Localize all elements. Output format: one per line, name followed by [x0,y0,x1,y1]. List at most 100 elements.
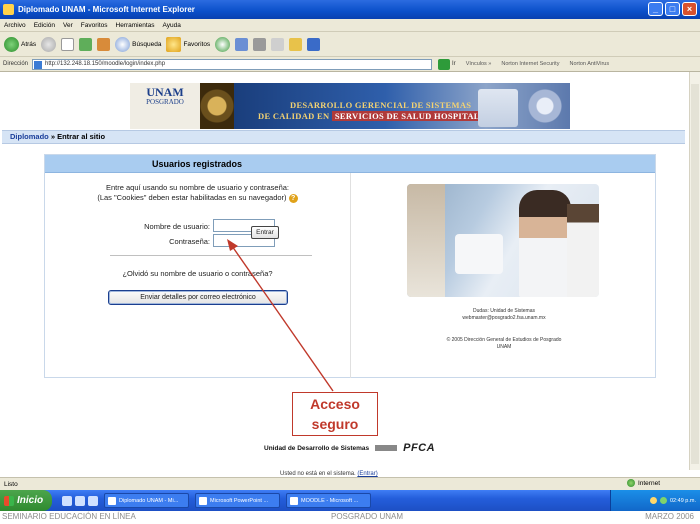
search-button[interactable]: Búsqueda [115,36,162,52]
callout-line1: Acceso [310,396,360,412]
refresh-icon[interactable] [79,37,93,51]
maximize-button[interactable]: □ [665,2,680,16]
history-icon[interactable] [215,36,231,52]
footer-logos: Unidad de Desarrollo de Sistemas PFCA [264,442,435,454]
unam-logo: UNAM POSGRADO [130,83,200,129]
close-button[interactable]: × [682,2,697,16]
photo-patient [455,234,503,274]
zone-label: Internet [637,479,660,487]
home-icon[interactable] [97,37,111,51]
taskbar-item-label: Diplomado UNAM - Mi... [119,497,179,504]
instructions-line2-row: (Las "Cookies" deben estar habilitadas e… [45,193,350,203]
go-label[interactable]: Ir [452,61,456,67]
folder-icon[interactable] [289,37,303,51]
quick-launch-ie-icon[interactable] [62,495,72,506]
contact-email[interactable]: webmaster@posgrado2.fsa.unam.mx [351,315,657,322]
login-instructions: Entre aquí usando su nombre de usuario y… [45,183,350,203]
copyright-info: © 2005 Dirección General de Estudios de … [351,337,657,350]
menu-archivo[interactable]: Archivo [4,22,26,29]
windows-flag-icon [4,495,14,506]
slide-footer: SEMINARIO EDUCACIÓN EN LÍNEA POSGRADO UN… [0,511,700,524]
norton-antivirus-link[interactable]: Norton AntiVirus [569,61,609,67]
menu-ver[interactable]: Ver [63,22,73,29]
form-separator [110,255,312,256]
instructions-line2: (Las "Cookies" deben estar habilitadas e… [97,193,287,202]
mail-icon[interactable] [235,37,249,51]
taskbar-item-label: Microsoft PowerPoint ... [210,497,269,504]
links-bar: Vínculos » Norton Internet Security Nort… [466,61,609,67]
vertical-scrollbar[interactable] [689,72,700,470]
status-bar: Listo Internet [0,477,700,490]
login-form: Entre aquí usando su nombre de usuario y… [45,173,350,378]
photo-figure-right [567,204,599,297]
back-button[interactable]: Atrás [4,36,37,52]
favorites-button[interactable]: Favoritos [166,36,210,52]
quick-launch-desktop-icon[interactable] [75,495,85,506]
address-bar: Dirección http://132.248.18.150/moodle/l… [0,57,700,72]
slide-footer-center: POSGRADO UNAM [331,512,404,521]
tray-icon[interactable] [650,497,657,504]
breadcrumb-link-diplomado[interactable]: Diplomado [10,132,49,141]
messenger-icon[interactable] [307,37,321,51]
password-label: Contraseña: [169,237,210,246]
edit-icon[interactable] [271,37,285,51]
menu-ayuda[interactable]: Ayuda [163,22,181,29]
back-label: Atrás [21,40,37,48]
links-label[interactable]: Vínculos » [466,61,492,67]
quick-launch-media-icon[interactable] [88,495,98,506]
screenshot-root: Diplomado UNAM - Microsoft Internet Expl… [0,0,700,524]
windows-taskbar: Inicio Diplomado UNAM - Mi... Microsoft … [0,490,700,511]
breadcrumb-current: Entrar al sitio [57,132,106,141]
address-input[interactable]: http://132.248.18.150/moodle/login/index… [32,58,433,70]
site-banner: UNAM POSGRADO DESARROLLO GERENCIAL DE SI… [130,83,570,129]
quick-launch [62,495,98,506]
start-button[interactable]: Inicio [0,490,52,511]
taskbar-item-moodle[interactable]: MOODLE - Microsoft ... [286,493,371,508]
search-label: Búsqueda [132,40,162,48]
internet-zone-icon [626,479,635,487]
ie-task-icon [290,496,298,505]
copyright-line2: UNAM [496,343,512,350]
go-icon[interactable] [438,58,451,70]
stop-icon[interactable] [61,37,75,51]
favorites-star-icon [166,36,182,52]
security-zone: Internet [626,479,660,487]
menu-bar: Archivo Edición Ver Favoritos Herramient… [0,19,700,32]
slide-footer-left: SEMINARIO EDUCACIÓN EN LÍNEA [2,512,136,521]
page-icon [34,60,43,69]
taskbar-item-label: MOODLE - Microsoft ... [301,497,359,504]
minimize-button[interactable]: _ [648,2,663,16]
login-header-title: Usuarios registrados [152,159,243,169]
send-details-button[interactable]: Enviar detalles por correo electrónico [108,290,288,305]
banner-title-prefix: DE CALIDAD EN [258,111,332,121]
scrollbar-thumb[interactable] [691,84,699,464]
slide-footer-right: MARZO 2006 [645,512,694,521]
forward-icon[interactable] [41,36,57,52]
window-titlebar: Diplomado UNAM - Microsoft Internet Expl… [0,0,700,19]
print-icon[interactable] [253,37,267,51]
login-header: Usuarios registrados [45,155,655,173]
username-label: Nombre de usuario: [144,222,210,231]
system-tray: 02:49 p.m. [610,490,700,511]
address-label: Dirección [3,61,29,67]
help-icon[interactable]: ? [288,193,298,203]
banner-title-line2: DE CALIDAD EN SERVICIOS DE SALUD HOSPITA… [258,111,506,121]
clock: 02:49 p.m. [670,497,696,504]
search-icon [115,36,131,52]
menu-edicion[interactable]: Edición [34,22,55,29]
norton-security-link[interactable]: Norton Internet Security [501,61,559,67]
pfca-logo: PFCA [403,442,436,454]
login-submit-button[interactable]: Entrar [251,226,279,239]
window-controls: _ □ × [648,2,697,16]
breadcrumb: Diplomado » Entrar al sitio [2,130,685,144]
login-panel: Usuarios registrados Entre aquí usando s… [44,154,656,378]
taskbar-item-diplomado[interactable]: Diplomado UNAM - Mi... [104,493,189,508]
tray-icon[interactable] [660,497,667,504]
menu-herramientas[interactable]: Herramientas [116,22,155,29]
menu-favoritos[interactable]: Favoritos [81,22,108,29]
unit-logo-bar [375,445,398,451]
taskbar-item-powerpoint[interactable]: Microsoft PowerPoint ... [195,493,280,508]
breadcrumb-separator: » [48,132,58,141]
instructions-line1: Entre aquí usando su nombre de usuario y… [105,183,290,192]
emblem-icon [525,87,565,125]
